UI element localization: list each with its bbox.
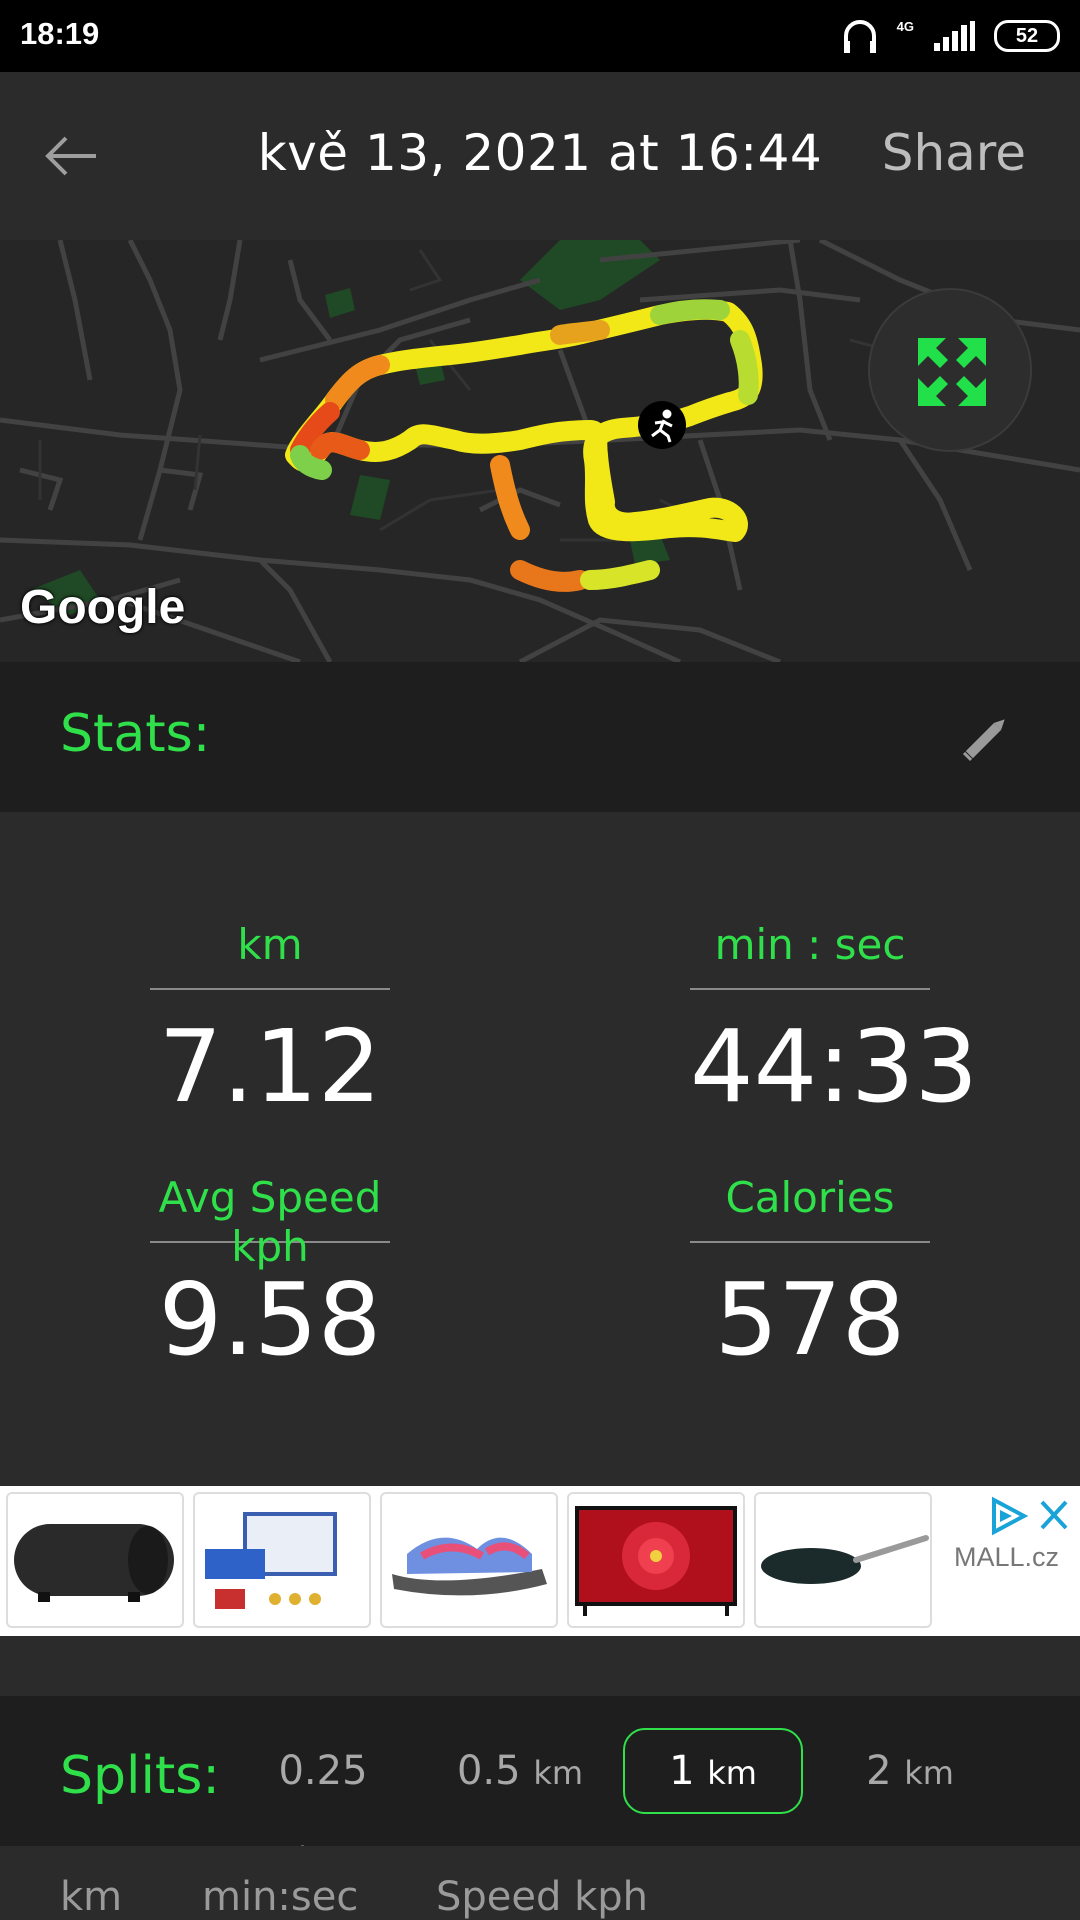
status-icons: 4G 52: [841, 14, 1060, 58]
stats-title: Stats:: [60, 704, 211, 764]
tv-image: [575, 1506, 737, 1616]
split-option-1-km[interactable]: 1 km: [623, 1728, 803, 1814]
stat-value: 578: [714, 1261, 906, 1378]
stat-value: 7.12: [158, 1008, 382, 1125]
frying-pan-image: [761, 1535, 929, 1584]
split-unit: km: [707, 1754, 757, 1792]
edit-pencil-icon[interactable]: [956, 706, 1018, 768]
stat-distance: km 7.12: [150, 920, 390, 1125]
route-map[interactable]: Google: [0, 240, 1080, 662]
ad-product-tv[interactable]: [567, 1492, 745, 1628]
ad-product-sandal[interactable]: [380, 1492, 558, 1628]
stat-label: Calories: [725, 1173, 895, 1222]
stat-label: min : sec: [714, 920, 906, 969]
ad-choices-icon[interactable]: [990, 1496, 1072, 1536]
signal-icon: [934, 21, 975, 51]
battery-indicator: 52: [994, 20, 1060, 52]
split-value: 0.5: [456, 1748, 521, 1794]
ad-brand: MALL.cz: [954, 1542, 1060, 1572]
network-type: 4G: [896, 18, 914, 34]
column-header-km: km: [60, 1874, 123, 1920]
split-value: 1: [669, 1748, 695, 1794]
column-header-time: min:sec: [202, 1874, 359, 1920]
status-bar: 18:19 4G 52: [0, 0, 1080, 72]
status-time: 18:19: [20, 16, 100, 51]
stat-value: 44:33: [690, 1008, 979, 1125]
stat-label: Avg Speed kph: [158, 1173, 382, 1271]
speaker-image: [14, 1524, 174, 1602]
fullscreen-map-button[interactable]: [868, 288, 1032, 452]
ad-banner[interactable]: MALL.cz: [0, 1486, 1080, 1636]
stat-calories: Calories 578: [690, 1173, 930, 1378]
stat-avg-speed: Avg Speed kph 9.58: [150, 1173, 390, 1378]
google-attribution: Google: [20, 581, 186, 634]
split-value: 2: [866, 1748, 892, 1794]
stats-header: Stats:: [0, 662, 1080, 812]
splits-table-header: km min:sec Speed kph: [0, 1846, 1080, 1920]
split-option-0-5-km[interactable]: 0.5 km: [440, 1728, 600, 1814]
divider: [690, 1241, 930, 1243]
sandal-image: [392, 1537, 547, 1596]
stat-label: km: [237, 920, 303, 969]
split-option-0-25-km[interactable]: 0.25 km: [248, 1728, 398, 1878]
splits-title: Splits:: [60, 1746, 220, 1806]
divider: [690, 988, 930, 990]
ad-product-pan[interactable]: [754, 1492, 932, 1628]
column-header-speed: Speed kph: [436, 1874, 649, 1920]
share-button[interactable]: Share: [882, 124, 1026, 182]
split-unit: km: [533, 1754, 584, 1792]
ad-product-toy-set[interactable]: [193, 1492, 371, 1628]
split-value: 0.25: [278, 1748, 368, 1794]
stat-value: 9.58: [158, 1261, 382, 1378]
stat-duration: min : sec 44:33: [690, 920, 979, 1125]
expand-arrows-icon: [918, 338, 986, 406]
headphones-icon: [843, 20, 876, 53]
divider: [150, 988, 390, 990]
ad-product-speaker[interactable]: [6, 1492, 184, 1628]
split-option-2-km[interactable]: 2 km: [850, 1728, 970, 1814]
split-unit: km: [904, 1754, 954, 1792]
app-bar: kvě 13, 2021 at 16:44 Share: [0, 72, 1080, 240]
toy-set-image: [205, 1512, 337, 1609]
